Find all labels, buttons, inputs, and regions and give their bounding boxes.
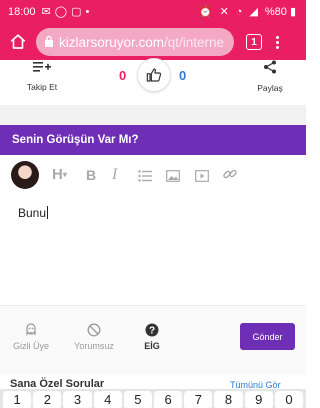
help-icon: ? bbox=[145, 323, 159, 337]
image-icon[interactable] bbox=[166, 168, 180, 186]
heading-icon[interactable]: H▾ bbox=[52, 166, 67, 184]
tab-switcher-button[interactable]: 1 bbox=[246, 34, 262, 50]
text-caret bbox=[47, 206, 49, 219]
home-icon[interactable] bbox=[6, 30, 30, 54]
anonymous-option[interactable]: Gizli Üye bbox=[10, 323, 52, 351]
question-actions: Takip Et 0 0 Paylaş bbox=[0, 58, 306, 105]
url-path: /qt/interne bbox=[164, 34, 225, 50]
editor-typed-text: Bunu bbox=[18, 206, 47, 220]
dislike-count: 0 bbox=[179, 68, 187, 83]
key-2[interactable]: 2 bbox=[33, 391, 62, 408]
anonymous-icon bbox=[26, 323, 36, 336]
status-right: ⏰ ✕ ◔ ◢ %80 ▮ bbox=[199, 6, 300, 18]
status-time: 18:00 bbox=[8, 6, 36, 18]
video-icon[interactable] bbox=[195, 168, 209, 186]
follow-label: Takip Et bbox=[26, 82, 58, 92]
key-3[interactable]: 3 bbox=[63, 391, 92, 408]
keyboard-number-row: 1 2 3 4 5 6 7 8 9 0 bbox=[0, 389, 306, 408]
avatar bbox=[11, 161, 39, 189]
share-icon bbox=[264, 60, 276, 74]
share-button[interactable]: Paylaş bbox=[253, 60, 287, 93]
mail-icon: ✉ bbox=[41, 5, 51, 18]
thumbs-up-icon bbox=[146, 68, 162, 82]
anonymous-label: Gizli Üye bbox=[12, 341, 49, 351]
section-gap bbox=[0, 105, 306, 125]
browser-menu-icon[interactable] bbox=[276, 35, 279, 49]
battery-level: %80 bbox=[264, 6, 287, 18]
battery-icon: ▮ bbox=[289, 5, 296, 18]
alarm-icon: ⏰ bbox=[198, 5, 213, 18]
whatsapp-icon: ◯ bbox=[54, 5, 68, 18]
key-5[interactable]: 5 bbox=[123, 391, 153, 408]
list-icon[interactable] bbox=[138, 168, 152, 186]
key-4[interactable]: 4 bbox=[93, 391, 122, 408]
browser-toolbar: kizlarsoruyor.com/qt/interne 1 bbox=[0, 24, 306, 60]
instagram-icon: ▢ bbox=[71, 5, 82, 18]
more-notifications-icon: • bbox=[85, 5, 90, 18]
url-bar[interactable]: kizlarsoruyor.com/qt/interne bbox=[36, 28, 234, 56]
key-1[interactable]: 1 bbox=[3, 391, 32, 408]
no-comment-option[interactable]: Yorumsuz bbox=[70, 323, 118, 351]
lock-icon bbox=[44, 35, 54, 50]
eig-label: EİG bbox=[144, 341, 160, 351]
mute-icon: ✕ bbox=[219, 5, 229, 18]
no-comment-label: Yorumsuz bbox=[74, 341, 114, 351]
key-0[interactable]: 0 bbox=[274, 391, 304, 408]
no-comment-icon bbox=[87, 323, 101, 337]
answer-section-title: Senin Görüşün Var Mı? bbox=[0, 125, 306, 155]
signal-icon: ◢ bbox=[249, 5, 258, 18]
like-count: 0 bbox=[119, 68, 127, 83]
wifi-icon: ◔ bbox=[235, 5, 243, 18]
key-8[interactable]: 8 bbox=[214, 391, 243, 408]
answer-options-bar: Gizli Üye Yorumsuz ? EİG Gönder bbox=[0, 305, 306, 375]
like-button[interactable] bbox=[137, 58, 171, 92]
bold-icon[interactable]: B bbox=[86, 166, 96, 184]
svg-text:?: ? bbox=[149, 326, 155, 337]
eig-option[interactable]: ? EİG bbox=[140, 323, 164, 351]
send-button[interactable]: Gönder bbox=[240, 323, 295, 350]
link-icon[interactable] bbox=[223, 167, 237, 185]
answer-editor[interactable]: Bunu bbox=[0, 195, 306, 305]
follow-button[interactable]: Takip Et bbox=[22, 60, 62, 92]
italic-icon[interactable]: I bbox=[112, 166, 117, 184]
key-9[interactable]: 9 bbox=[244, 391, 273, 408]
share-label: Paylaş bbox=[257, 83, 283, 93]
status-bar: 18:00 ✉ ◯ ▢ • ⏰ ✕ ◔ ◢ %80 ▮ bbox=[0, 0, 306, 24]
key-6[interactable]: 6 bbox=[154, 391, 183, 408]
key-7[interactable]: 7 bbox=[184, 391, 213, 408]
follow-list-icon bbox=[33, 62, 51, 72]
url-domain: kizlarsoruyor.com bbox=[59, 34, 165, 50]
editor-content[interactable]: Bunu bbox=[18, 206, 49, 220]
editor-toolbar: H▾ B I bbox=[0, 155, 306, 195]
